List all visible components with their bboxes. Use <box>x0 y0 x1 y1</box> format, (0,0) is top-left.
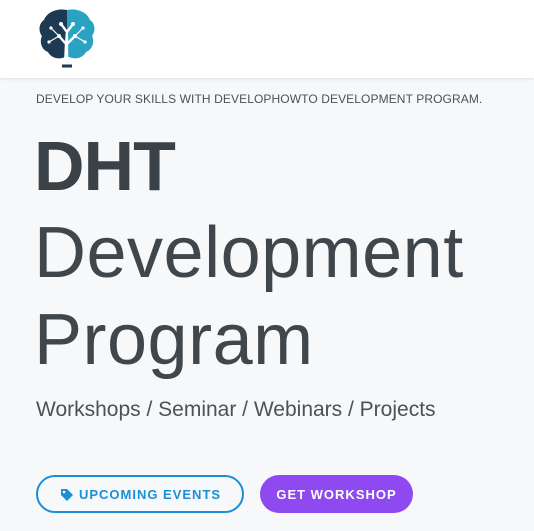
get-workshop-label: GET WORKSHOP <box>276 486 397 502</box>
upcoming-events-label: UPCOMING EVENTS <box>78 486 222 502</box>
site-header <box>0 0 534 78</box>
hero-tagline: DEVELOP YOUR SKILLS WITH DEVELOPHOWTO DE… <box>36 92 483 106</box>
hero-title-line-2: Program <box>34 300 314 380</box>
hero-subtitle: Workshops / Seminar / Webinars / Project… <box>36 398 436 421</box>
brain-tree-logo-icon[interactable] <box>35 4 99 68</box>
hero-title-bold: DHT <box>34 127 176 205</box>
tag-icon <box>61 489 73 501</box>
hero-title-line-1: Development <box>34 213 464 293</box>
get-workshop-button[interactable]: GET WORKSHOP <box>260 475 413 513</box>
upcoming-events-button[interactable]: UPCOMING EVENTS <box>36 475 244 513</box>
